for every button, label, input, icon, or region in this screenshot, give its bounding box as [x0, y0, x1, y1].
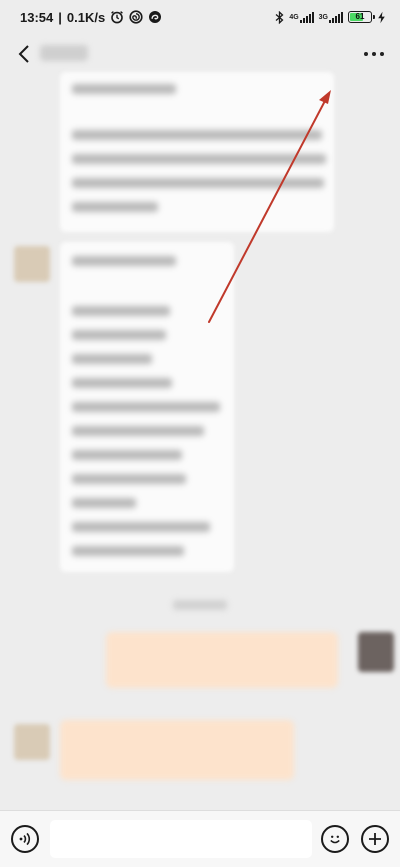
- message-bubble-received[interactable]: [60, 242, 234, 572]
- blurred-text: [72, 154, 326, 164]
- charging-icon: [377, 11, 386, 24]
- status-time: 13:54: [20, 9, 54, 25]
- blurred-text: [72, 84, 176, 94]
- blurred-text: [72, 498, 136, 508]
- more-dot: [372, 52, 376, 56]
- blurred-text: [72, 256, 176, 266]
- emoji-button[interactable]: [321, 825, 349, 853]
- battery-level: 61: [355, 12, 365, 21]
- user-avatar[interactable]: [358, 632, 394, 672]
- blurred-text: [72, 330, 166, 340]
- battery-indicator: 61: [348, 11, 375, 23]
- chat-header: [0, 34, 400, 74]
- message-text-input[interactable]: [50, 820, 312, 858]
- alarm-icon: [110, 10, 124, 24]
- swirl-app-icon: [148, 10, 162, 24]
- blurred-text: [72, 450, 182, 460]
- sim1-signal: 4G: [289, 11, 314, 23]
- chevron-left-icon: [18, 45, 29, 63]
- message-bubble-received[interactable]: [60, 720, 294, 780]
- more-dot: [380, 52, 384, 56]
- network-speed: 0.1K/s: [66, 9, 106, 25]
- blurred-text: [72, 426, 204, 436]
- sim2-signal: 3G: [318, 11, 343, 23]
- blurred-text: [72, 402, 220, 412]
- message-bubble-sent[interactable]: [106, 632, 338, 688]
- plus-icon: [369, 833, 381, 845]
- blurred-text: [72, 354, 152, 364]
- blurred-text: [72, 546, 184, 556]
- spiral-app-icon: [129, 10, 143, 24]
- message-input-bar: [0, 810, 400, 867]
- voice-button[interactable]: [11, 825, 39, 853]
- signal-bars-icon: [329, 11, 343, 23]
- more-button[interactable]: [364, 46, 384, 62]
- status-right: 4G 3G 61: [275, 10, 386, 24]
- chat-messages[interactable]: [0, 72, 400, 810]
- status-left: 13:54 | 0.1K/s: [20, 10, 162, 25]
- contact-avatar[interactable]: [14, 246, 50, 282]
- back-button[interactable]: [12, 39, 36, 69]
- blurred-text: [72, 202, 158, 212]
- signal-bars-icon: [299, 11, 314, 23]
- time-divider: [173, 600, 227, 610]
- emoji-icon: [330, 835, 340, 844]
- status-bar: 13:54 | 0.1K/s 4G 3G 61: [0, 0, 400, 34]
- status-separator: |: [58, 9, 62, 25]
- voice-icon: [19, 832, 31, 846]
- sim2-network-type: 3G: [318, 13, 328, 21]
- sim1-network-type: 4G: [289, 13, 299, 21]
- more-functions-button[interactable]: [361, 825, 389, 853]
- contact-avatar[interactable]: [14, 724, 50, 760]
- blurred-text: [72, 474, 186, 484]
- chat-title: [40, 45, 88, 61]
- blurred-text: [72, 178, 324, 188]
- bluetooth-icon: [275, 10, 284, 24]
- blurred-text: [72, 306, 170, 316]
- more-dot: [364, 52, 368, 56]
- blurred-text: [72, 522, 210, 532]
- message-bubble-received[interactable]: [60, 72, 334, 232]
- blurred-text: [72, 378, 172, 388]
- blurred-text: [72, 130, 322, 140]
